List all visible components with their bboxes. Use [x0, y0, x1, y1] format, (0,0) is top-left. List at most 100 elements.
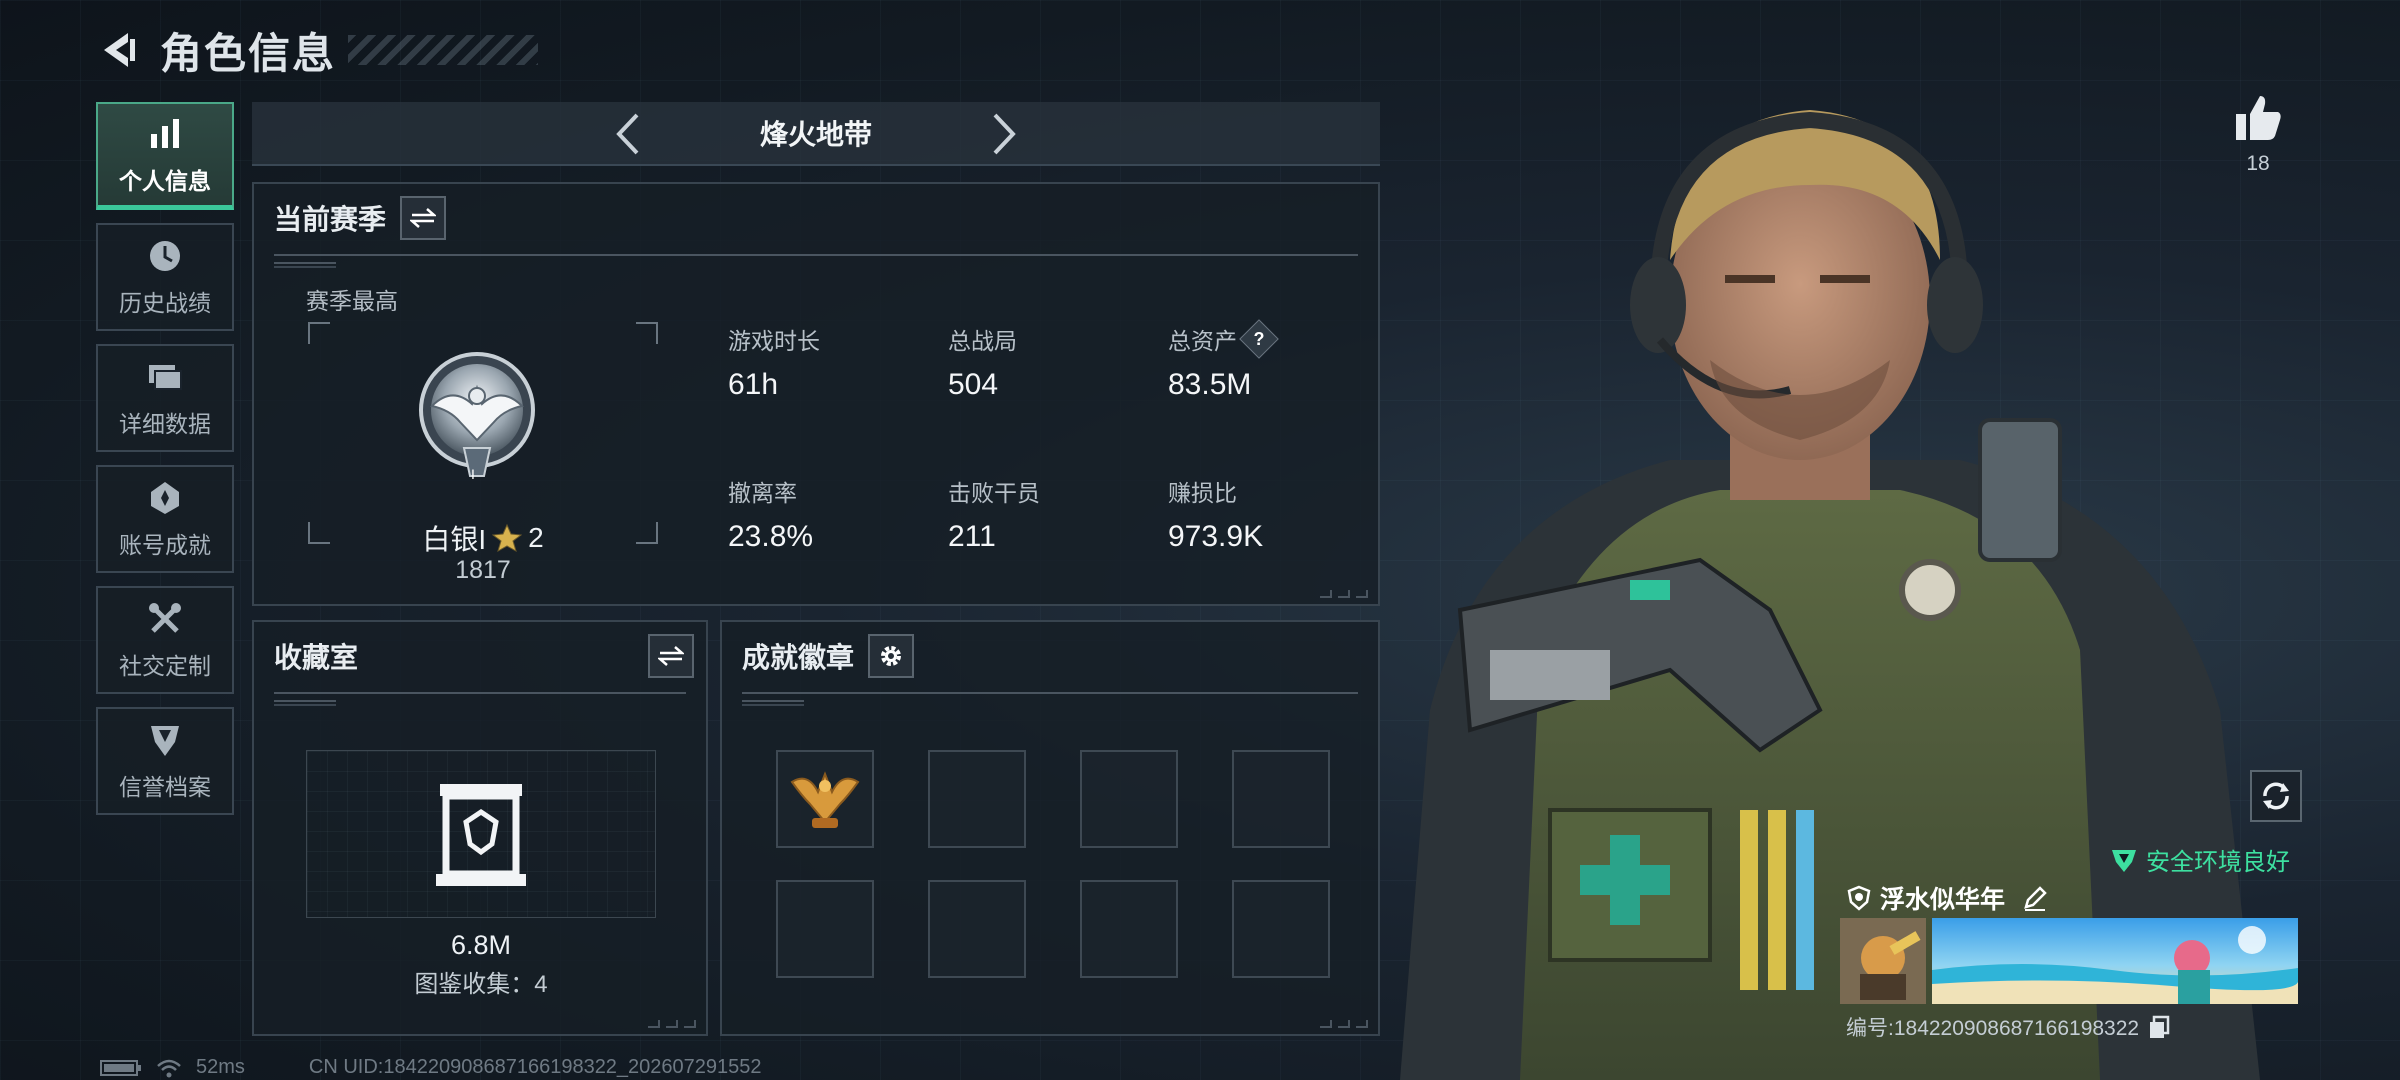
bar-chart-icon [151, 118, 179, 148]
nav-label: 详细数据 [119, 411, 211, 437]
stat-operators-defeated: 击败干员 211 [948, 474, 1148, 554]
nav-item-personal-info[interactable]: 个人信息 [96, 102, 234, 210]
badges-header: 成就徽章 [742, 634, 915, 678]
frame-corner [636, 322, 658, 344]
status-footer: 52ms CN UID:18422090868716619832​2_20260… [100, 1056, 762, 1079]
safety-shield-icon [2112, 849, 2136, 872]
edit-pencil-icon[interactable] [2021, 884, 2049, 912]
stat-label: 总资产 [1168, 328, 1237, 354]
nav-label: 社交定制 [119, 653, 211, 679]
refresh-icon [2263, 782, 2289, 810]
badges-mini-rule [742, 700, 804, 706]
stat-play-time: 游戏时长 61h [728, 322, 928, 402]
stat-label: 总战局 [948, 328, 1017, 354]
player-id-row: 编号:18422090868716619832​2 [1846, 1012, 2171, 1042]
nav-item-credit-profile[interactable]: 信誉档案 [96, 707, 234, 815]
collection-title: 收藏室 [274, 642, 359, 673]
badges-title: 成就徽章 [742, 642, 855, 673]
season-best-label: 赛季最高 [306, 288, 398, 314]
stat-total-matches: 总战局 504 [948, 322, 1148, 402]
uid-text: CN UID:18422090868716619832​2_2026072915… [308, 1056, 762, 1078]
season-mini-rule [274, 262, 336, 268]
phoenix-badge-icon [790, 771, 860, 828]
thumbs-up-icon [2236, 96, 2281, 140]
rank-numeral: I [471, 466, 475, 482]
rank-star-icon [492, 523, 523, 553]
rank-name: 白银I [422, 524, 487, 555]
collection-divider [274, 692, 686, 694]
wifi-icon [157, 1059, 181, 1077]
mode-switcher: 烽火地带 [252, 102, 1380, 166]
nav-label: 信誉档案 [119, 774, 211, 800]
badges-divider [742, 692, 1358, 694]
credit-shield-icon [151, 726, 179, 756]
collection-switch-button[interactable] [648, 634, 694, 678]
nav-item-social-custom[interactable]: 社交定制 [96, 586, 234, 694]
stat-total-assets: 总资产 ? 83.5M [1168, 319, 1368, 402]
player-name-row: 浮水似华年 [1846, 880, 2049, 916]
season-switch-button[interactable] [400, 196, 447, 240]
medal-icon [151, 482, 179, 514]
chevron-right-icon [993, 113, 1016, 155]
stat-value: 83.5M [1168, 368, 1252, 401]
back-button[interactable] [96, 27, 142, 73]
mode-next-button[interactable] [980, 110, 1028, 158]
display-case-icon [436, 784, 526, 886]
stat-value: 973.9K [1168, 520, 1264, 553]
header: 角色信息 [96, 20, 539, 80]
badge-slot[interactable] [776, 880, 874, 978]
ping-value: 52ms [196, 1056, 245, 1078]
stat-label: 击败干员 [948, 480, 1040, 506]
title-decoration [348, 35, 539, 65]
beach-banner-image [1932, 918, 2298, 1004]
rank-name-row: 白银I 2 [308, 518, 658, 558]
badge-slot[interactable] [1080, 750, 1178, 848]
collection-panel: 收藏室 6.8M 图鉴收集：4 [252, 620, 708, 1036]
help-button[interactable]: ? [1239, 319, 1279, 359]
badge-slot[interactable] [928, 880, 1026, 978]
swap-icon [410, 208, 437, 228]
copy-icon[interactable] [2147, 1015, 2171, 1039]
question-mark-icon: ? [1253, 328, 1265, 349]
nav-item-detailed-data[interactable]: 详细数据 [96, 344, 234, 452]
stat-label: 游戏时长 [728, 328, 820, 354]
silver-rank-emblem-icon [419, 352, 535, 477]
nav-label: 历史战绩 [119, 290, 211, 316]
refresh-button[interactable] [2250, 770, 2302, 822]
back-arrow-icon [104, 33, 135, 67]
folder-stack-icon [149, 365, 182, 390]
badge-slot[interactable] [928, 750, 1026, 848]
gear-icon [881, 646, 902, 666]
stat-label: 撤离率 [728, 480, 797, 506]
stat-value: 23.8% [728, 520, 814, 553]
collection-header: 收藏室 [274, 634, 694, 678]
season-header: 当前赛季 [274, 196, 447, 240]
player-banner[interactable] [1840, 918, 2298, 1004]
stat-profit-loss-ratio: 赚损比 973.9K [1168, 474, 1368, 554]
season-panel: 当前赛季 赛季最高 I 白银I 2 1817 游戏时长 61h 总战局 504 … [252, 182, 1380, 606]
avatar [1840, 918, 1926, 1004]
mode-title: 烽火地带 [759, 119, 872, 150]
like-button[interactable] [2228, 92, 2288, 144]
badge-slot[interactable] [1080, 880, 1178, 978]
like-widget: 18 [2228, 92, 2288, 176]
rank-score: 1817 [455, 556, 511, 584]
player-name: 浮水似华年 [1880, 886, 2006, 914]
season-title: 当前赛季 [274, 204, 387, 235]
badge-slot[interactable] [1232, 880, 1330, 978]
nav-item-match-history[interactable]: 历史战绩 [96, 223, 234, 331]
safe-environment-status: 安全环境良好 [2110, 842, 2290, 877]
corner-decoration [648, 1020, 696, 1028]
collection-mini-rule [274, 700, 336, 706]
chevron-left-icon [616, 113, 639, 155]
mode-prev-button[interactable] [604, 110, 652, 158]
nav-label: 个人信息 [119, 167, 211, 194]
safe-status-text: 安全环境良好 [2146, 849, 2290, 876]
badge-slot[interactable] [776, 750, 874, 848]
badge-slot[interactable] [1232, 750, 1330, 848]
clock-history-icon [150, 241, 180, 271]
badges-panel: 成就徽章 [720, 620, 1380, 1036]
nav-item-achievements[interactable]: 账号成就 [96, 465, 234, 573]
badges-settings-button[interactable] [868, 634, 915, 678]
sidebar-nav: 个人信息 历史战绩 详细数据 账号成就 社交定制 信誉档案 [96, 102, 234, 828]
